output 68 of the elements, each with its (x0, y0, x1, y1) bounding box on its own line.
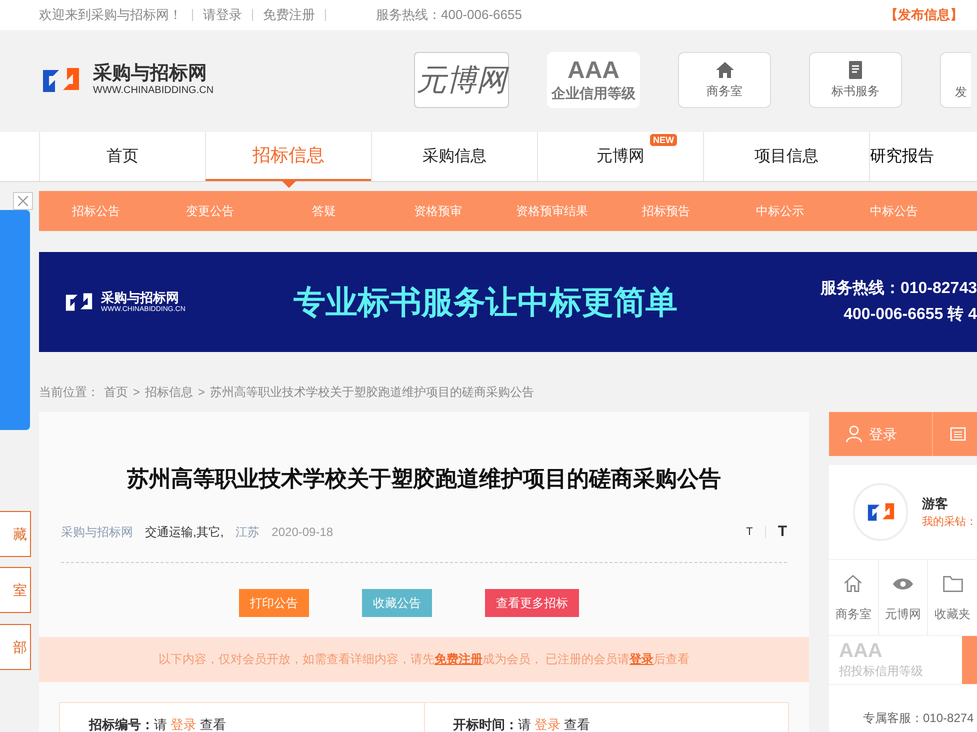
source-text: 采购与招标网 (61, 524, 133, 542)
banner-logo-name: 采购与招标网 (101, 290, 180, 305)
rating-text: AAA (568, 58, 620, 84)
article-title: 苏州高等职业技术学校关于塑胶跑道维护项目的磋商采购公告 (126, 465, 722, 493)
service-text: 专属客服：010-8274 (863, 710, 974, 727)
action-button[interactable]: 收藏公告 (362, 588, 432, 616)
banner-hotline: 服务热线：010-82743 (820, 278, 977, 299)
shortcut-button[interactable]: 商务室 (829, 560, 878, 635)
points-label: 我的采钻： (922, 514, 977, 530)
subnav-link[interactable]: 变更公告 (153, 191, 267, 231)
shortcut-button[interactable]: 收藏夹 (928, 560, 977, 635)
member-notice: 以下内容，仅对会员开放，如需查看详细内容，请先免费注册成为会员， 已注册的会员请登录后查看 (39, 636, 809, 682)
close-button[interactable] (13, 192, 33, 210)
rating-label: 招投标信用等级 (839, 663, 924, 680)
breadcrumb-link[interactable]: 首页 (104, 383, 128, 401)
welcome-text: 欢迎来到采购与招标网！ (39, 6, 182, 24)
side-button[interactable]: 藏 (0, 511, 31, 557)
tile-button[interactable]: 标书服务 (809, 52, 902, 108)
brand-tile[interactable]: 元博网 (414, 52, 509, 108)
logo-url: WWW.CHINABIDDING.CN (93, 85, 214, 97)
subnav-link[interactable]: 中标公示 (723, 191, 837, 231)
breadcrumb-label: 当前位置： (39, 384, 99, 401)
side-button[interactable]: 部 (0, 624, 31, 670)
nav-tab[interactable]: 研究报告 (869, 132, 977, 181)
breadcrumb-link[interactable]: 招标信息 (145, 383, 194, 401)
banner-hotline: 400-006-6655 转 4 (844, 304, 977, 325)
info-cell-text: 开标时间：请 登录 查看 (452, 716, 592, 732)
nav-tab[interactable]: 项目信息 (703, 132, 869, 181)
breadcrumb-separator: > (133, 384, 140, 401)
hotline-text: 服务热线：400-006-6655 (376, 6, 522, 24)
logo-name: 采购与招标网 (93, 63, 208, 85)
publish-link[interactable]: 【发布信息】 (885, 5, 963, 25)
font-large-button[interactable]: T (778, 521, 787, 544)
login-link[interactable]: 登录 (170, 716, 197, 732)
action-button[interactable]: 查看更多招标 (485, 588, 579, 616)
tile-button[interactable]: 发 (940, 52, 971, 108)
subnav-link[interactable]: 资格预审结果 (495, 191, 609, 231)
tile-button[interactable]: 商务室 (678, 52, 771, 108)
region-text: 江苏 (236, 524, 260, 542)
banner-slogan: 专业标书服务让中标更简单 (293, 283, 678, 322)
nav-tab[interactable]: 首页 (39, 132, 205, 181)
home-icon (714, 60, 734, 80)
list-icon (950, 426, 966, 442)
rating-label: 企业信用等级 (552, 84, 636, 102)
user-name: 游客 (922, 495, 949, 513)
user-icon (845, 425, 863, 443)
font-small-button[interactable]: T (746, 524, 753, 540)
top-link[interactable]: 免费注册 (263, 5, 315, 25)
subnav-link[interactable]: 中标公告 (837, 191, 951, 231)
new-badge: NEW (650, 134, 677, 146)
nav-tab[interactable]: 元博网 NEW (537, 132, 703, 181)
date-text: 2020-09-18 (272, 524, 334, 542)
side-button[interactable]: 室 (0, 567, 31, 613)
info-cell: 招标编号：请 登录 查看 (60, 702, 425, 732)
action-button[interactable]: 打印公告 (239, 588, 309, 616)
shortcut-button[interactable]: 元博网 (878, 560, 928, 635)
category-text: 交通运输,其它, (145, 524, 224, 542)
subnav-link[interactable]: 招标预告 (609, 191, 723, 231)
top-link[interactable]: 请登录 (203, 5, 242, 25)
login-link[interactable]: 登录 (534, 716, 561, 732)
home-icon (842, 572, 864, 594)
subnav-link[interactable]: 招标公告 (39, 191, 153, 231)
subnav-link[interactable]: 答疑 (267, 191, 381, 231)
subnav-link[interactable]: 资格预审 (381, 191, 495, 231)
breadcrumb-separator: > (198, 384, 206, 401)
nav-tab[interactable]: 采购信息 (371, 132, 537, 181)
breadcrumb-link[interactable]: 苏州高等职业技术学校关于塑胶跑道维护项目的磋商采购公告 (210, 383, 534, 401)
close-icon (17, 195, 29, 207)
